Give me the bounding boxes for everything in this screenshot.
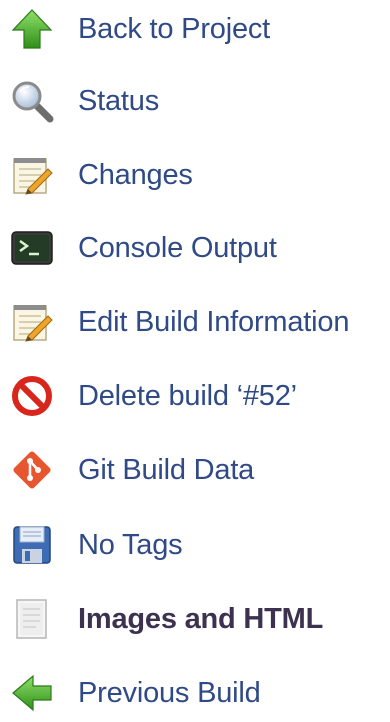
- task-edit-build-information[interactable]: Edit Build Information: [0, 293, 390, 351]
- search-icon: [10, 79, 54, 123]
- no-entry-icon: [10, 374, 54, 418]
- task-label: Edit Build Information: [78, 305, 350, 338]
- task-git-build-data[interactable]: Git Build Data: [0, 441, 390, 499]
- task-console-output[interactable]: Console Output: [0, 219, 390, 277]
- task-label: Changes: [78, 158, 193, 191]
- task-previous-build[interactable]: Previous Build: [0, 664, 390, 722]
- document-icon: [10, 597, 54, 641]
- up-arrow-icon: [10, 7, 54, 51]
- terminal-icon: [10, 226, 54, 270]
- task-label: Images and HTML: [78, 602, 324, 635]
- task-label: Git Build Data: [78, 453, 255, 486]
- task-label: Console Output: [78, 231, 277, 264]
- task-changes[interactable]: Changes: [0, 146, 390, 204]
- task-back-to-project[interactable]: Back to Project: [0, 0, 390, 58]
- task-label: Status: [78, 84, 160, 117]
- task-label: Previous Build: [78, 676, 261, 709]
- notepad-icon: [10, 300, 54, 344]
- task-no-tags[interactable]: No Tags: [0, 516, 390, 574]
- task-label: No Tags: [78, 528, 183, 561]
- task-delete-build[interactable]: Delete build ‘#52’: [0, 367, 390, 425]
- task-label: Back to Project: [78, 12, 271, 45]
- git-icon: [10, 448, 54, 492]
- sidebar-task-menu: Back to Project Status Changes Console O…: [0, 0, 390, 714]
- left-arrow-icon: [10, 671, 54, 715]
- task-images-and-html[interactable]: Images and HTML: [0, 590, 390, 648]
- task-status[interactable]: Status: [0, 72, 390, 130]
- floppy-disk-icon: [10, 523, 54, 567]
- notepad-icon: [10, 153, 54, 197]
- task-label: Delete build ‘#52’: [78, 379, 297, 412]
